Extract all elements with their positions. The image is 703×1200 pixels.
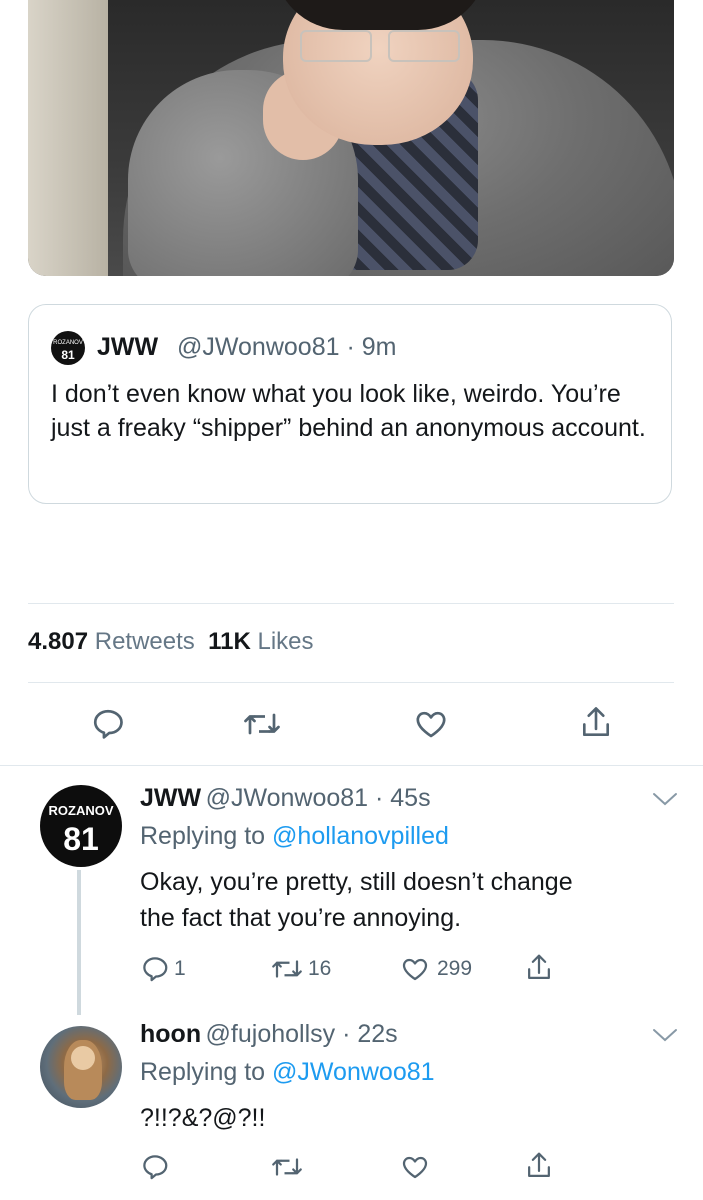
avatar-jersey-number: 81 <box>61 348 75 362</box>
quoted-tweet-handle: @JWonwoo81 <box>177 333 340 361</box>
reply-time: 45s <box>390 784 431 812</box>
dot-separator: · <box>335 1020 358 1048</box>
reply-name[interactable]: JWW <box>140 784 201 812</box>
thread-line <box>77 870 81 1015</box>
retweets-label[interactable]: Retweets <box>95 628 195 655</box>
reply-icon[interactable] <box>140 954 170 984</box>
replying-to: Replying to @JWonwoo81 <box>140 1058 435 1087</box>
reply-count: 1 <box>174 957 186 980</box>
divider <box>28 603 674 604</box>
reply-action-bar <box>140 1150 680 1184</box>
quoted-tweet-name[interactable]: JWW <box>97 333 158 362</box>
chevron-down-icon[interactable] <box>651 790 679 808</box>
retweet-icon[interactable] <box>270 954 304 984</box>
replying-prefix: Replying to <box>140 822 266 850</box>
reply-header: JWW @JWonwoo81 · 45s <box>140 784 431 813</box>
divider <box>28 682 674 683</box>
reply-avatar[interactable] <box>40 1026 122 1108</box>
likes-count[interactable]: 11K <box>208 628 251 655</box>
avatar-jersey-number: 81 <box>63 821 99 857</box>
divider <box>0 765 703 766</box>
avatar-monkey-face <box>71 1046 95 1070</box>
reply-handle[interactable]: @fujohollsy <box>206 1020 336 1048</box>
reply-name[interactable]: hoon <box>140 1020 201 1048</box>
retweets-count[interactable]: 4.807 <box>28 628 88 655</box>
share-icon[interactable] <box>578 704 614 742</box>
faded-timestamp-area <box>30 550 270 580</box>
replying-prefix: Replying to <box>140 1058 266 1086</box>
chevron-down-icon[interactable] <box>651 1026 679 1044</box>
quoted-tweet-time: 9m <box>361 333 397 361</box>
reply-text-line: Okay, you’re pretty, still doesn’t chang… <box>140 868 573 896</box>
reply-time: 22s <box>357 1020 398 1048</box>
tweet-action-bar <box>0 690 703 760</box>
likes-label[interactable]: Likes <box>258 628 314 655</box>
quoted-tweet-text: I don’t even know what you look like, we… <box>51 380 646 442</box>
quoted-tweet-handle-time: @JWonwoo81 · 9m <box>177 333 396 362</box>
tweet-stats: 4.807 Retweets 11K Likes <box>28 628 314 656</box>
reply-action-bar: 1 16 299 <box>140 952 680 986</box>
reply-handle[interactable]: @JWonwoo81 <box>206 784 369 812</box>
reply-icon[interactable] <box>90 706 126 742</box>
replying-to-link[interactable]: @JWonwoo81 <box>272 1058 435 1086</box>
dot-separator: · <box>368 784 391 812</box>
like-icon[interactable] <box>400 1152 430 1182</box>
photo-glasses <box>300 30 460 62</box>
retweet-icon[interactable] <box>270 1152 304 1182</box>
replying-to: Replying to @hollanovpilled <box>140 822 449 851</box>
avatar-jersey-name: ROZANOV <box>48 803 114 818</box>
quoted-tweet-avatar[interactable]: ROZANOV 81 <box>51 331 85 365</box>
replying-to-link[interactable]: @hollanovpilled <box>272 822 449 850</box>
share-icon[interactable] <box>524 952 554 984</box>
quoted-tweet-card[interactable]: ROZANOV 81 JWW @JWonwoo81 · 9m I don’t e… <box>28 304 672 504</box>
retweet-count: 16 <box>308 957 332 980</box>
like-icon[interactable] <box>400 954 430 984</box>
tweet-photo[interactable] <box>28 0 674 276</box>
like-count: 299 <box>437 957 473 980</box>
reply-header: hoon @fujohollsy · 22s <box>140 1020 398 1049</box>
reply-icon[interactable] <box>140 1152 170 1182</box>
reply-avatar[interactable]: ROZANOV 81 <box>40 785 122 867</box>
like-icon[interactable] <box>413 706 449 742</box>
retweet-icon[interactable] <box>242 706 282 742</box>
reply-text: Okay, you’re pretty, still doesn’t chang… <box>140 864 680 936</box>
share-icon[interactable] <box>524 1150 554 1182</box>
reply-text: ?!!?&?@?!! <box>140 1104 266 1132</box>
dot-separator: · <box>339 333 362 361</box>
photo-background-wall <box>28 0 108 276</box>
reply-text-line: the fact that you’re annoying. <box>140 904 462 932</box>
